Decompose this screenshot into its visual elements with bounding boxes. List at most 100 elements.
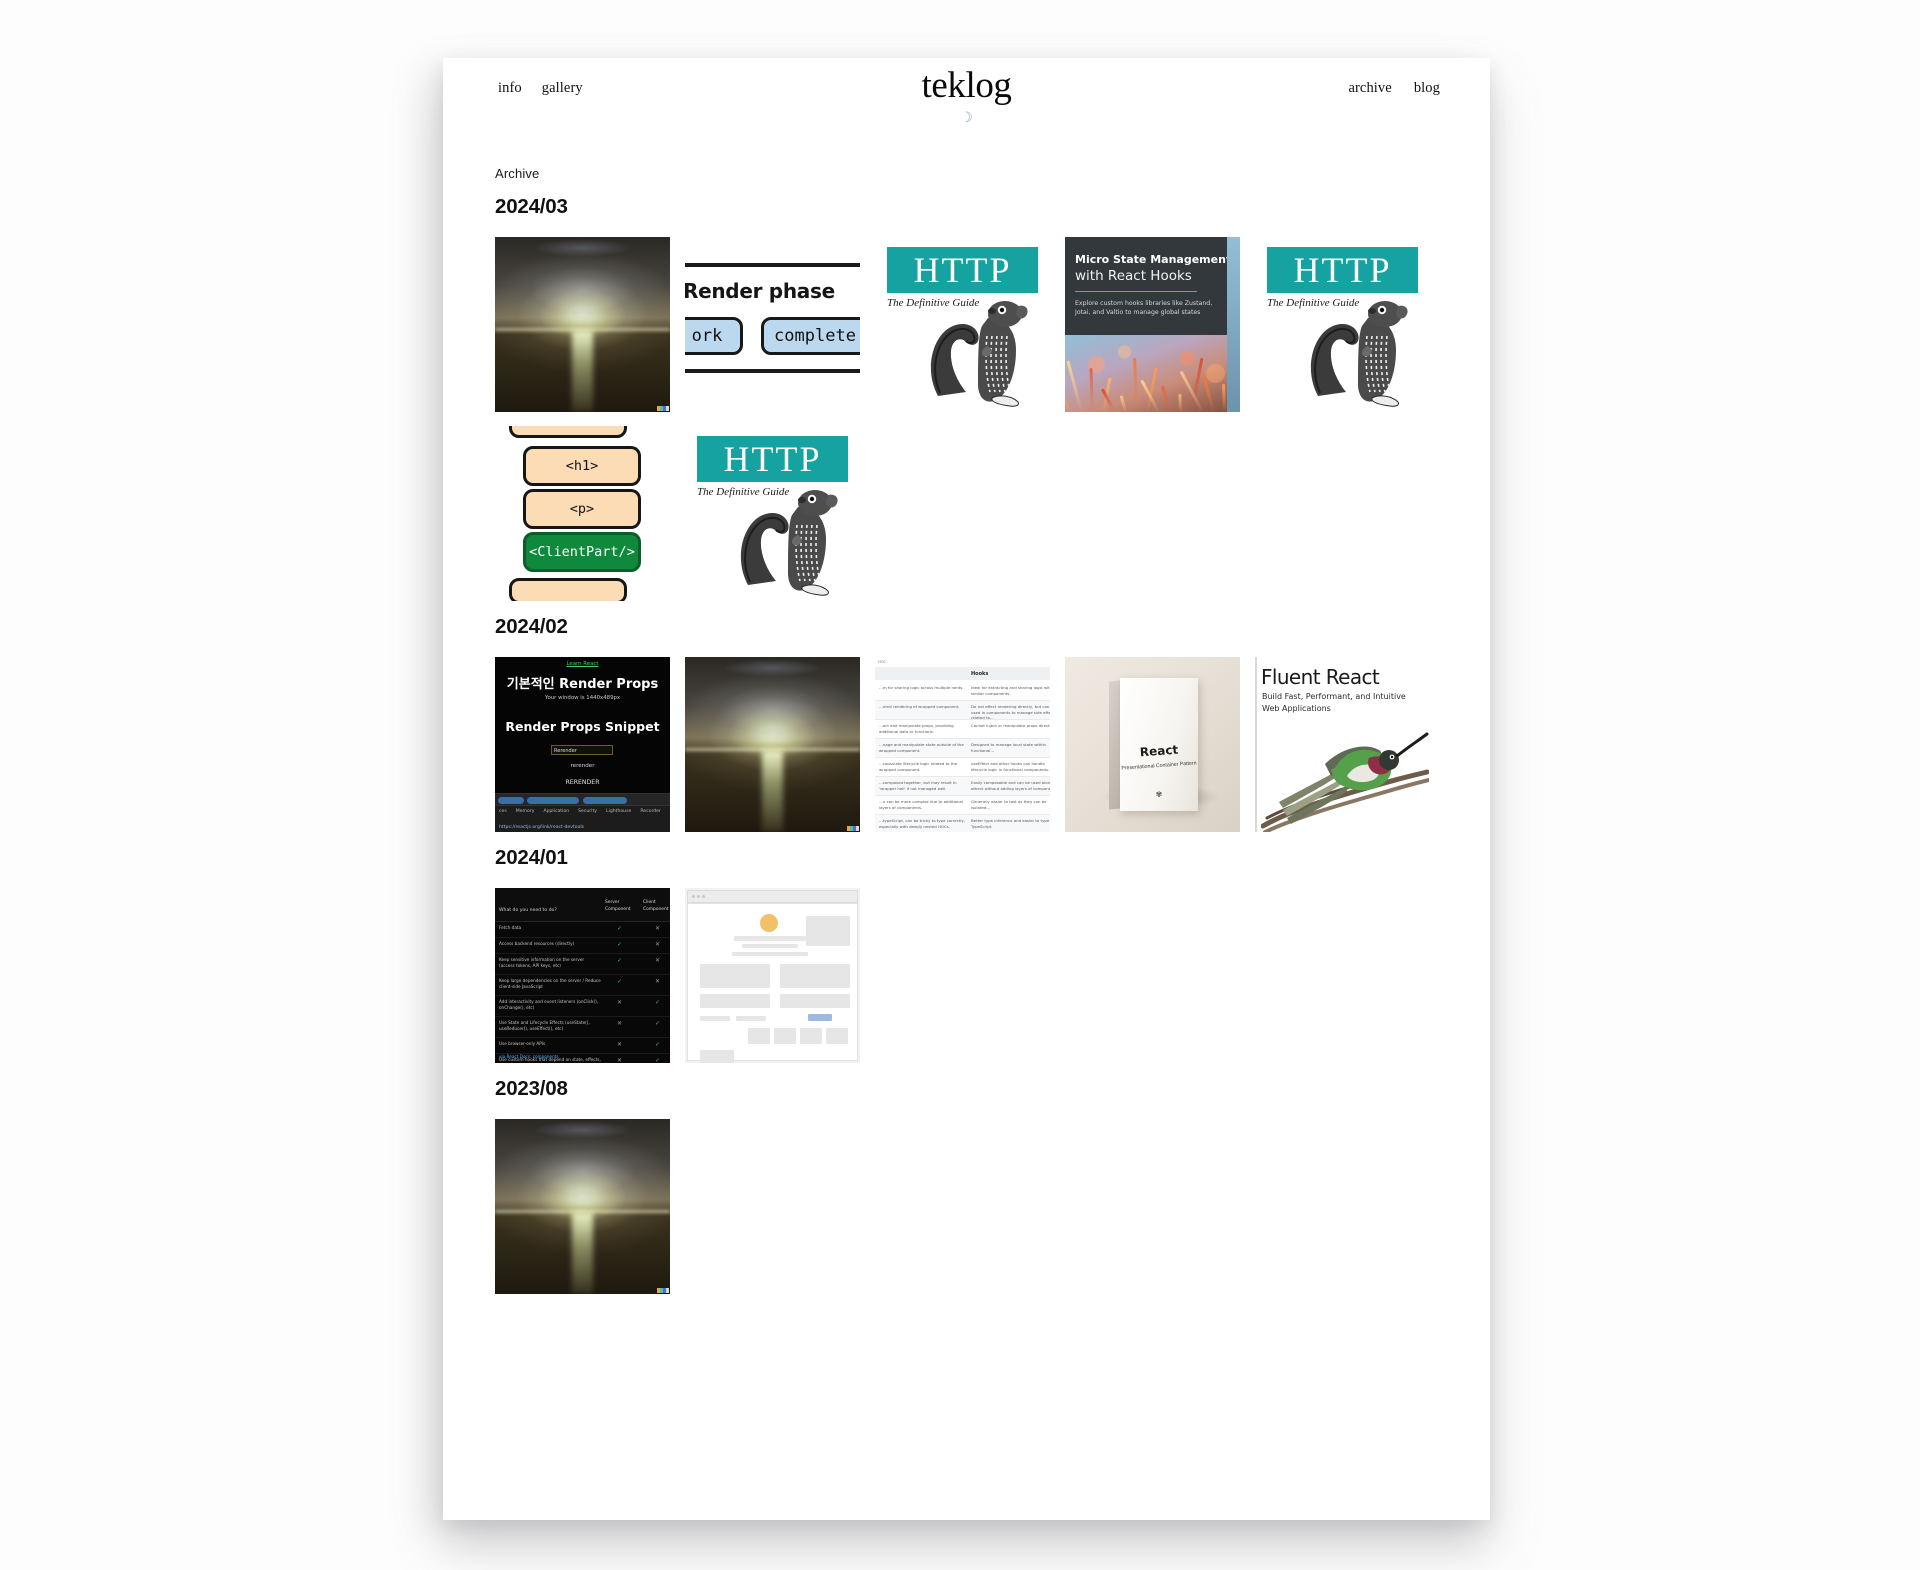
render-phase-title: Render phase — [685, 279, 835, 303]
page-block — [700, 1016, 730, 1021]
page-block — [780, 964, 850, 988]
page-block — [742, 944, 798, 948]
dark-table-cell-client: ✓ — [655, 1041, 661, 1048]
archive-content: Archive 2024/03 Render phase ork complete HT… — [443, 166, 1490, 1294]
moonlit-sea-artwork — [495, 237, 670, 412]
render-props-subheading: Render Props Snippet — [505, 719, 660, 734]
page-card: info gallery teklog ☽ archive blog Archi… — [443, 58, 1490, 1520]
dark-table-col-server: Server Component — [605, 900, 631, 912]
devtools-pill-1[interactable] — [498, 796, 524, 804]
thumb-react-presentational-container-book[interactable]: React Presentational Container Pattern ✾ — [1065, 657, 1240, 832]
http-book-cover-artwork: HTTP The Definitive Guide — [685, 426, 860, 601]
table-col-left-header: HOC — [878, 660, 887, 664]
page-block — [700, 994, 770, 1008]
thumb-http-definitive-guide-3[interactable]: HTTP The Definitive Guide — [685, 426, 860, 601]
rerender-input[interactable]: Rerender — [551, 745, 613, 755]
light-ray — [1178, 393, 1182, 412]
thumb-render-props-snippet[interactable]: Learn React 기본적인 Render Props Your window … — [495, 657, 670, 832]
table-cell-left: …ntrol rendering of wrapped component. — [879, 704, 960, 709]
page-block — [734, 936, 806, 941]
thumb-html-tag-boxes[interactable]: <h1> <p> <ClientPart/> — [495, 426, 670, 601]
thumb-fluent-react-book[interactable]: Fluent React Build Fast, Performant, and … — [1255, 657, 1430, 832]
cover-text-panel: Micro State Management with React Hooks Ex… — [1065, 237, 1240, 335]
thumb-moonlit-sea-3[interactable] — [495, 1119, 670, 1294]
devtools-tab-6[interactable]: Recorder — [640, 809, 661, 819]
divider-rule-1 — [685, 263, 860, 267]
crescent-moon-icon[interactable]: ☽ — [960, 111, 973, 125]
page-block — [700, 1050, 734, 1063]
table-cell-right: useEffect and other hooks can handle lif… — [971, 761, 1050, 772]
window-dot-2 — [697, 895, 700, 898]
table-row: Use browser-only APIs ✕ ✓ — [495, 1038, 670, 1054]
archive-sections: 2024/03 Render phase ork complete HTTP The De… — [495, 195, 1438, 1294]
month-heading: 2024/03 — [495, 195, 568, 218]
nav-archive[interactable]: archive — [1348, 80, 1391, 97]
dark-table-cell-server: ✕ — [617, 1041, 623, 1048]
hoc-vs-hooks-table-artwork: HOC Hooks …m for sharing logic across mult… — [875, 657, 1050, 832]
http-book-cover-artwork: HTTP The Definitive Guide — [875, 237, 1050, 412]
dark-table-footer-link[interactable]: via React Docs: components — [499, 1054, 559, 1059]
table-cell-right: Ideal for extracting and sharing logic w… — [971, 685, 1050, 696]
thumb-moonlit-sea-2[interactable] — [685, 657, 860, 832]
thumbnail-grid — [495, 1119, 1435, 1294]
thumb-moonlit-sea[interactable] — [495, 237, 670, 412]
table-row: …ect and manipulate props, providing add… — [875, 720, 1050, 739]
thumb-micro-state-management[interactable]: Micro State Management with React Hooks Ex… — [1065, 237, 1240, 412]
table-row: …capsulate lifecycle logic related to th… — [875, 758, 1050, 777]
rerender-input-value: Rerender — [554, 747, 577, 754]
table-cell-right: Do not affect rendering directly, but ca… — [971, 704, 1050, 721]
thumbnail-grid: Render phase ork complete HTTP The Definitiv… — [495, 237, 1435, 601]
dark-table-cell-server: ✓ — [617, 925, 623, 932]
window-dot-1 — [692, 895, 695, 898]
devtools-console-url[interactable]: https://reactjs.org/link/react-devtools — [499, 825, 584, 830]
render-props-heading: 기본적인 Render Props — [506, 677, 659, 692]
devtools-tab-2[interactable]: Memory — [516, 809, 535, 819]
tag-box-partial-top — [509, 426, 627, 438]
light-ray — [1066, 360, 1083, 412]
thumb-render-phase[interactable]: Render phase ork complete — [685, 237, 860, 412]
dark-table-cell-question: Use State and Lifecycle Effects (useStat… — [499, 1020, 590, 1032]
devtools-panel: ces Memory Application Security Lighthouse Re… — [495, 793, 670, 832]
thumb-http-definitive-guide-1[interactable]: HTTP The Definitive Guide — [875, 237, 1050, 412]
devtools-pill-3[interactable] — [583, 796, 627, 804]
table-cell-left: …composed together, but may result in 'w… — [879, 780, 957, 791]
light-ray — [1065, 397, 1072, 412]
table-row: Add interactivity and event listeners (o… — [495, 996, 670, 1017]
moonlit-sea-artwork — [685, 657, 860, 832]
color-pixels — [847, 826, 859, 831]
book-cover: React Presentational Container Pattern ✾ — [1120, 678, 1198, 811]
fiber-optic-photo — [1065, 335, 1240, 412]
devtools-tab-5[interactable]: Lighthouse — [606, 809, 631, 819]
devtools-tab-1[interactable]: ces — [499, 809, 507, 819]
squirrel-illustration — [740, 490, 838, 596]
thumb-dashboard-screenshot[interactable] — [685, 888, 860, 1063]
page-block — [806, 916, 850, 946]
nav-blog[interactable]: blog — [1414, 80, 1440, 97]
archive-section-2023-08: 2023/08 — [495, 1077, 1438, 1294]
light-ray — [1202, 375, 1215, 412]
brand-wrap: teklog ☽ — [443, 67, 1490, 125]
divider-rule-2 — [685, 369, 860, 373]
thumb-http-definitive-guide-2[interactable]: HTTP The Definitive Guide — [1255, 237, 1430, 412]
devtools-tab-3[interactable]: Application — [543, 809, 569, 819]
thumb-server-client-component-table[interactable]: What do you need to do? Server Component C… — [495, 888, 670, 1063]
page-block — [732, 952, 808, 956]
dark-table-cell-client: ✕ — [655, 925, 661, 932]
table-row: …nage and manipulate state outside of th… — [875, 739, 1050, 758]
page-block — [800, 1028, 822, 1044]
devtools-pill-2[interactable] — [527, 796, 579, 804]
msm-title-line-2: with React Hooks — [1075, 268, 1192, 284]
cover-edge — [1227, 237, 1240, 412]
thumb-hoc-vs-hooks-table[interactable]: HOC Hooks …m for sharing logic across mult… — [875, 657, 1050, 832]
learn-react-link: Learn React — [566, 661, 599, 667]
site-title[interactable]: teklog — [921, 67, 1011, 104]
table-row: Access backend resources (directly) ✓ ✕ — [495, 938, 670, 954]
publisher-mark-icon: ✾ — [1155, 790, 1163, 799]
screenshot-stage: info gallery teklog ☽ archive blog Archi… — [0, 0, 1920, 1570]
devtools-tab-4[interactable]: Security — [578, 809, 597, 819]
table-header-row: Hooks — [875, 667, 1050, 680]
msm-title-line-1: Micro State Management — [1075, 253, 1232, 266]
table-row: Keep large dependencies on the server / … — [495, 975, 670, 996]
hummingbird-illustration — [1261, 732, 1429, 832]
hero-badge-icon — [760, 914, 778, 932]
